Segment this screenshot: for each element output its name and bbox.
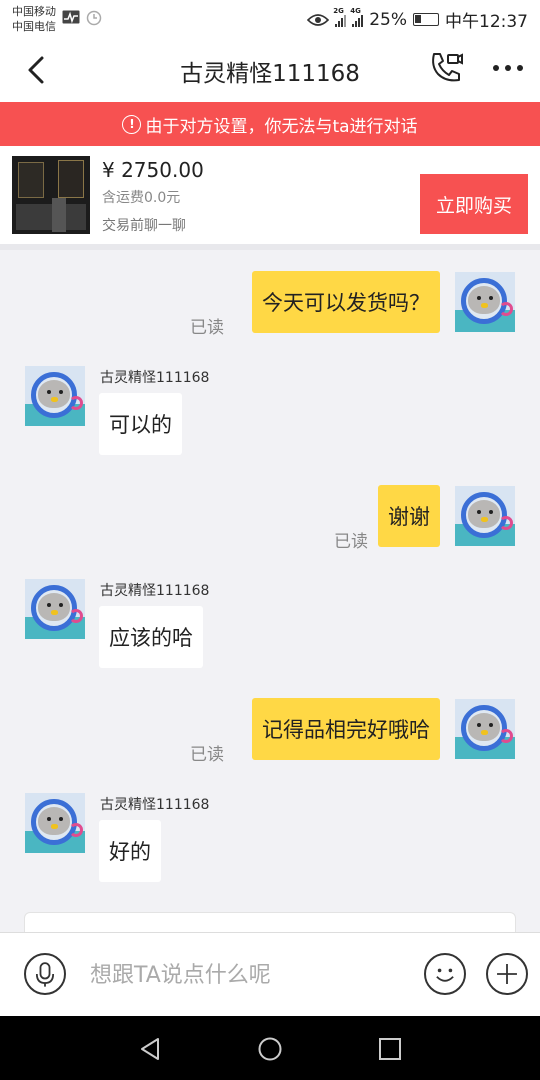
- read-receipt: 已读: [334, 532, 368, 552]
- eye-icon: [307, 13, 330, 26]
- read-receipt: 已读: [190, 318, 224, 338]
- carrier-info: 中国移动 中国电信: [12, 4, 56, 34]
- microphone-icon[interactable]: [24, 953, 66, 995]
- more-icon[interactable]: [490, 56, 526, 80]
- product-card[interactable]: ¥ 2750.00 含运费0.0元 交易前聊一聊 立即购买: [0, 146, 540, 244]
- system-nav-bar: [0, 1016, 540, 1080]
- signal-icon: 2G: [333, 7, 347, 27]
- nav-back-icon[interactable]: [136, 1034, 166, 1064]
- message-bubble-sent[interactable]: 谢谢: [378, 485, 440, 547]
- sender-name: 古灵精怪111168: [100, 370, 210, 386]
- product-price: ¥ 2750.00: [102, 158, 204, 182]
- carrier-1: 中国移动: [12, 5, 56, 18]
- contact-avatar[interactable]: [25, 793, 85, 853]
- my-avatar[interactable]: [455, 486, 515, 546]
- network-type-1: 2G: [333, 6, 344, 15]
- buy-now-button[interactable]: 立即购买: [420, 174, 528, 234]
- contact-avatar[interactable]: [25, 366, 85, 426]
- contact-avatar[interactable]: [25, 579, 85, 639]
- sender-name: 古灵精怪111168: [100, 583, 210, 599]
- blocked-banner: ! 由于对方设置，你无法与ta进行对话: [0, 102, 540, 146]
- banner-text: 由于对方设置，你无法与ta进行对话: [145, 116, 418, 137]
- status-bar: 中国移动 中国电信 2G 4G 25% 中午12:37: [0, 0, 540, 38]
- my-avatar[interactable]: [455, 272, 515, 332]
- message-bubble-received[interactable]: 应该的哈: [99, 606, 203, 668]
- battery-icon: [413, 13, 439, 26]
- message-input[interactable]: [90, 957, 410, 993]
- message-bubble-sent[interactable]: 记得品相完好哦哈: [252, 698, 440, 760]
- message-bubble-sent[interactable]: 今天可以发货吗？: [252, 271, 440, 333]
- clock: 中午12:37: [445, 12, 528, 32]
- plus-icon[interactable]: [486, 953, 528, 995]
- divider: [0, 244, 540, 250]
- product-shipping: 含运费0.0元: [102, 190, 181, 206]
- status-right: 2G 4G 25% 中午12:37: [307, 7, 528, 32]
- read-receipt: 已读: [190, 745, 224, 765]
- emoji-icon[interactable]: [424, 953, 466, 995]
- sender-name: 古灵精怪111168: [100, 797, 210, 813]
- message-bubble-received[interactable]: 可以的: [99, 393, 182, 455]
- battery-percent: 25%: [369, 9, 407, 30]
- chat-header: 古灵精怪111168: [0, 38, 540, 102]
- carrier-2: 中国电信: [12, 20, 56, 33]
- nav-recents-icon[interactable]: [375, 1034, 405, 1064]
- video-call-icon[interactable]: [428, 50, 464, 86]
- product-image[interactable]: [12, 156, 90, 234]
- product-note: 交易前聊一聊: [102, 218, 186, 234]
- warning-icon: !: [122, 114, 142, 134]
- my-avatar[interactable]: [455, 699, 515, 759]
- network-type-2: 4G: [350, 6, 361, 15]
- activity-icon: [62, 10, 80, 24]
- input-bar: [0, 932, 540, 1016]
- signal-icon-2: 4G: [350, 7, 364, 27]
- sync-icon: [86, 10, 102, 26]
- nav-home-icon[interactable]: [255, 1034, 285, 1064]
- message-bubble-received[interactable]: 好的: [99, 820, 161, 882]
